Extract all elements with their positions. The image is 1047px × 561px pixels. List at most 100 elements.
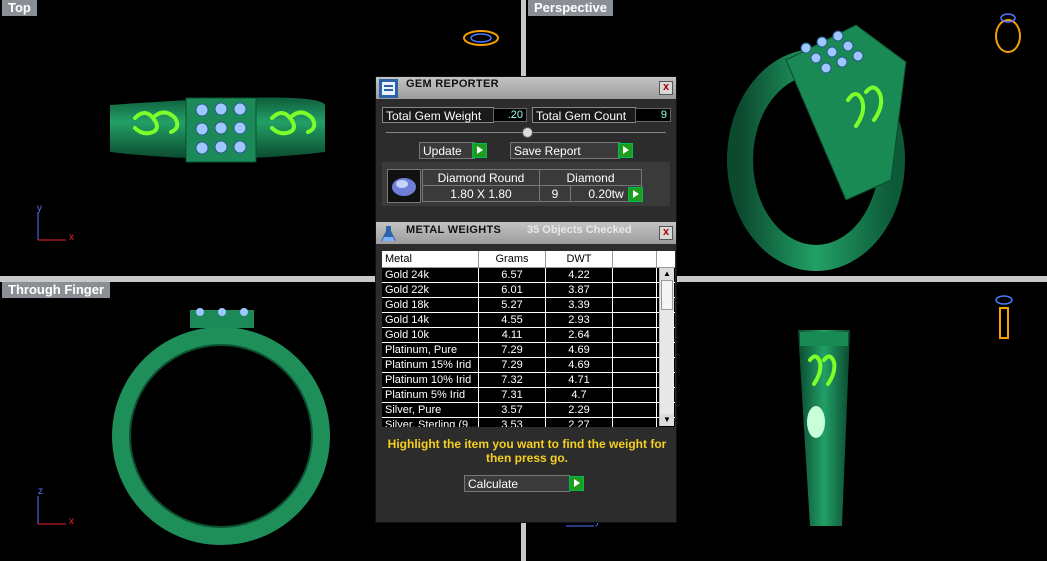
dwt-cell: 2.93 bbox=[546, 313, 613, 327]
column-header-metal[interactable]: Metal bbox=[382, 251, 479, 267]
gem-count: 9 bbox=[539, 185, 571, 202]
gem-type: Diamond bbox=[539, 169, 642, 186]
axis-x-label: x bbox=[69, 516, 74, 527]
gem-size: 1.80 X 1.80 bbox=[422, 185, 540, 202]
grams-cell: 3.57 bbox=[479, 403, 546, 417]
dwt-cell: 2.29 bbox=[546, 403, 613, 417]
table-row[interactable]: Silver, Pure 3.57 2.29 bbox=[382, 403, 675, 418]
grams-cell: 3.53 bbox=[479, 418, 546, 427]
close-icon[interactable]: x bbox=[659, 226, 673, 240]
update-button[interactable]: Update bbox=[419, 142, 475, 159]
instruction-text: Highlight the item you want to find the … bbox=[387, 437, 667, 465]
total-gem-weight-label: Total Gem Weight bbox=[382, 107, 494, 123]
metal-name-cell: Platinum 15% Irid bbox=[382, 358, 479, 372]
table-row[interactable]: Platinum 15% Irid 7.29 4.69 bbox=[382, 358, 675, 373]
grams-cell: 6.57 bbox=[479, 268, 546, 282]
ring-outline-icon bbox=[995, 295, 1013, 339]
empty-cell bbox=[613, 313, 657, 327]
grams-cell: 5.27 bbox=[479, 298, 546, 312]
calculate-go-button[interactable] bbox=[569, 476, 584, 491]
metal-name-cell: Gold 22k bbox=[382, 283, 479, 297]
metal-name-cell: Gold 10k bbox=[382, 328, 479, 342]
gem-report-icon bbox=[379, 79, 398, 98]
metal-weights-titlebar[interactable]: METAL WEIGHTS 35 Objects Checked x bbox=[376, 222, 676, 244]
gem-reporter-titlebar[interactable]: GEM REPORTER x bbox=[376, 77, 676, 99]
metal-name-cell: Platinum, Pure bbox=[382, 343, 479, 357]
metal-rows: Gold 24k 6.57 4.22 Gold 22k 6.01 3.87 Gold 18k… bbox=[382, 268, 675, 427]
table-row[interactable]: Gold 14k 4.55 2.93 bbox=[382, 313, 675, 328]
grams-cell: 7.29 bbox=[479, 358, 546, 372]
table-row[interactable]: Gold 24k 6.57 4.22 bbox=[382, 268, 675, 283]
table-row[interactable]: Gold 10k 4.11 2.64 bbox=[382, 328, 675, 343]
total-gem-count-value: 9 bbox=[635, 108, 671, 122]
table-row[interactable]: Gold 18k 5.27 3.39 bbox=[382, 298, 675, 313]
grams-cell: 6.01 bbox=[479, 283, 546, 297]
metal-name-cell: Gold 18k bbox=[382, 298, 479, 312]
empty-cell bbox=[613, 358, 657, 372]
empty-cell bbox=[613, 403, 657, 417]
empty-cell bbox=[613, 343, 657, 357]
dwt-cell: 4.71 bbox=[546, 373, 613, 387]
empty-cell bbox=[613, 388, 657, 402]
viewport-label-perspective: Perspective bbox=[528, 0, 613, 16]
save-report-button[interactable]: Save Report bbox=[510, 142, 620, 159]
axis-z-label: z bbox=[38, 486, 43, 497]
dwt-cell: 2.27 bbox=[546, 418, 613, 427]
dwt-cell: 3.39 bbox=[546, 298, 613, 312]
table-row[interactable]: Platinum, Pure 7.29 4.69 bbox=[382, 343, 675, 358]
diamond-round-icon bbox=[387, 169, 421, 203]
dwt-cell: 4.69 bbox=[546, 343, 613, 357]
empty-cell bbox=[613, 328, 657, 342]
metal-list-scrollbar[interactable]: ▲ ▼ bbox=[659, 268, 674, 426]
metal-flask-icon bbox=[379, 224, 398, 243]
table-row[interactable]: Gold 22k 6.01 3.87 bbox=[382, 283, 675, 298]
gem-shape: Diamond Round bbox=[422, 169, 540, 186]
viewport-label-top: Top bbox=[2, 0, 37, 16]
metal-name-cell: Platinum 10% Irid bbox=[382, 373, 479, 387]
axis-x-label: x bbox=[69, 232, 74, 243]
empty-cell bbox=[613, 298, 657, 312]
metal-name-cell: Gold 14k bbox=[382, 313, 479, 327]
metal-name-cell: Silver, Pure bbox=[382, 403, 479, 417]
table-row[interactable]: Silver, Sterling (9... 3.53 2.27 bbox=[382, 418, 675, 427]
metal-name-cell: Gold 24k bbox=[382, 268, 479, 282]
metal-weights-list[interactable]: Metal Grams DWT Gold 24k 6.57 4.22 Gold 22k… bbox=[382, 251, 675, 427]
total-gem-weight-value: .20 bbox=[493, 108, 527, 122]
column-header-grams[interactable]: Grams bbox=[479, 251, 546, 267]
empty-cell bbox=[613, 268, 657, 282]
ring-outline-icon bbox=[463, 30, 499, 46]
gem-reporter-panel: GEM REPORTER x Total Gem Weight .20 Tota… bbox=[376, 77, 676, 522]
empty-cell bbox=[613, 283, 657, 297]
metal-name-cell: Platinum 5% Irid bbox=[382, 388, 479, 402]
column-header-empty bbox=[613, 251, 657, 267]
grams-cell: 7.31 bbox=[479, 388, 546, 402]
update-go-button[interactable] bbox=[472, 143, 487, 158]
grams-cell: 7.32 bbox=[479, 373, 546, 387]
metal-name-cell: Silver, Sterling (9... bbox=[382, 418, 479, 427]
viewport-label-through-finger: Through Finger bbox=[2, 282, 111, 298]
ring-outline-icon bbox=[995, 13, 1021, 53]
calculate-dropdown[interactable]: Calculate bbox=[464, 475, 570, 492]
objects-checked-status: 35 Objects Checked bbox=[527, 224, 632, 236]
scroll-up-icon[interactable]: ▲ bbox=[660, 268, 674, 280]
metal-list-header: Metal Grams DWT bbox=[382, 251, 675, 268]
scroll-down-icon[interactable]: ▼ bbox=[660, 414, 674, 426]
grams-cell: 4.55 bbox=[479, 313, 546, 327]
empty-cell bbox=[613, 373, 657, 387]
gem-reporter-title: GEM REPORTER bbox=[406, 78, 499, 90]
collapse-handle-icon[interactable] bbox=[522, 127, 533, 138]
column-header-dwt[interactable]: DWT bbox=[546, 251, 613, 267]
table-row[interactable]: Platinum 5% Irid 7.31 4.7 bbox=[382, 388, 675, 403]
dwt-cell: 2.64 bbox=[546, 328, 613, 342]
gem-row-go-button[interactable] bbox=[628, 187, 643, 202]
scroll-thumb[interactable] bbox=[661, 280, 673, 310]
dwt-cell: 4.7 bbox=[546, 388, 613, 402]
table-row[interactable]: Platinum 10% Irid 7.32 4.71 bbox=[382, 373, 675, 388]
gem-table[interactable]: Diamond Round Diamond 1.80 X 1.80 9 0.20… bbox=[422, 169, 642, 202]
axis-y-label: y bbox=[37, 203, 42, 214]
metal-weights-title: METAL WEIGHTS bbox=[406, 224, 502, 236]
close-icon[interactable]: x bbox=[659, 81, 673, 95]
dwt-cell: 4.22 bbox=[546, 268, 613, 282]
save-report-go-button[interactable] bbox=[618, 143, 633, 158]
grams-cell: 7.29 bbox=[479, 343, 546, 357]
